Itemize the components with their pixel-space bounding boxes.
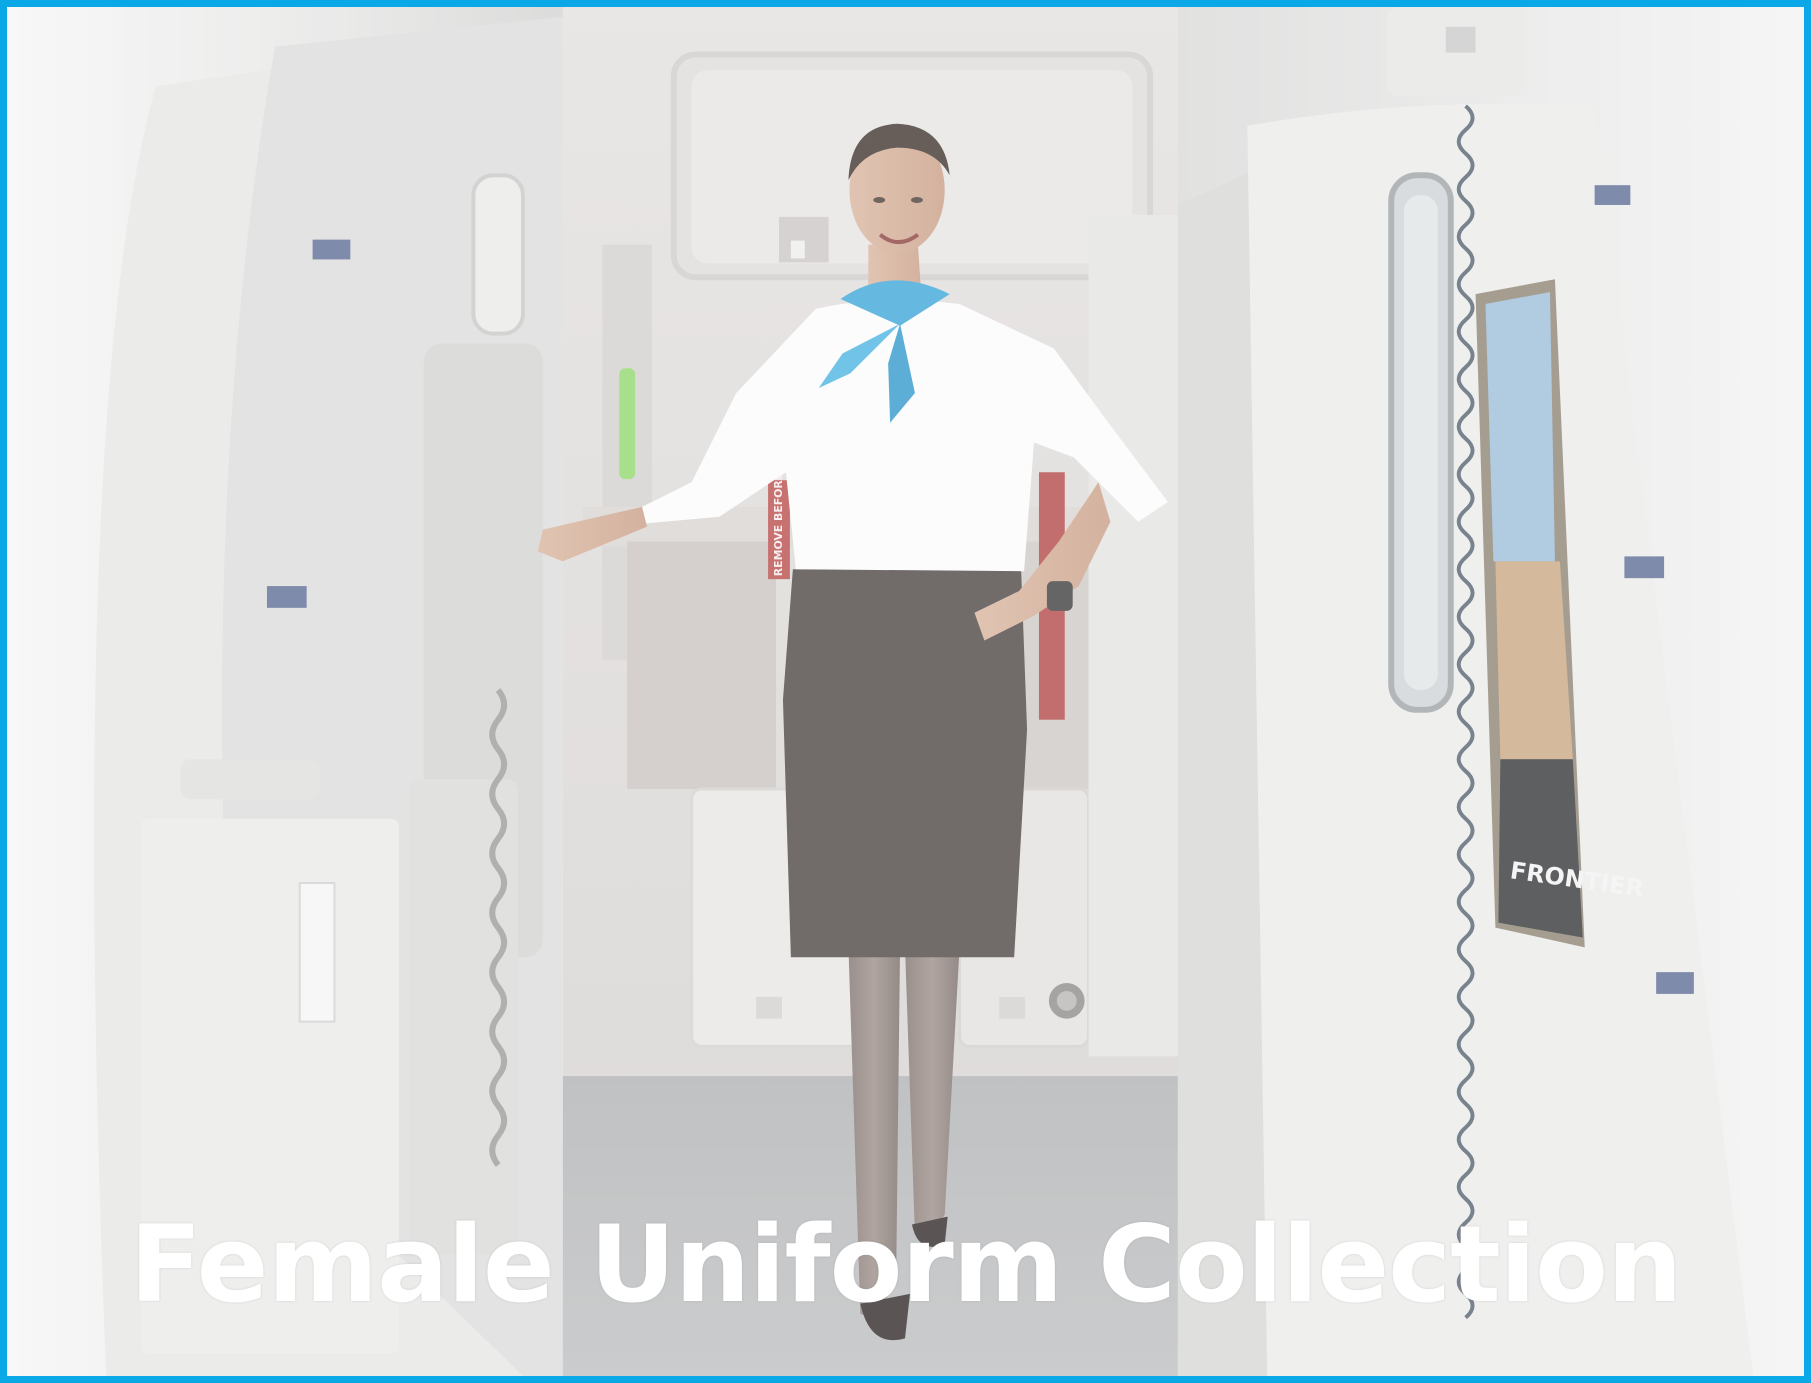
slide-frame: REMOVE BEFORE FLIGHT FRONTIER Female Uni… bbox=[0, 0, 1811, 1383]
aircraft-galley-photo: REMOVE BEFORE FLIGHT FRONTIER bbox=[7, 7, 1804, 1376]
slide-title: Female Uniform Collection bbox=[129, 1203, 1683, 1326]
